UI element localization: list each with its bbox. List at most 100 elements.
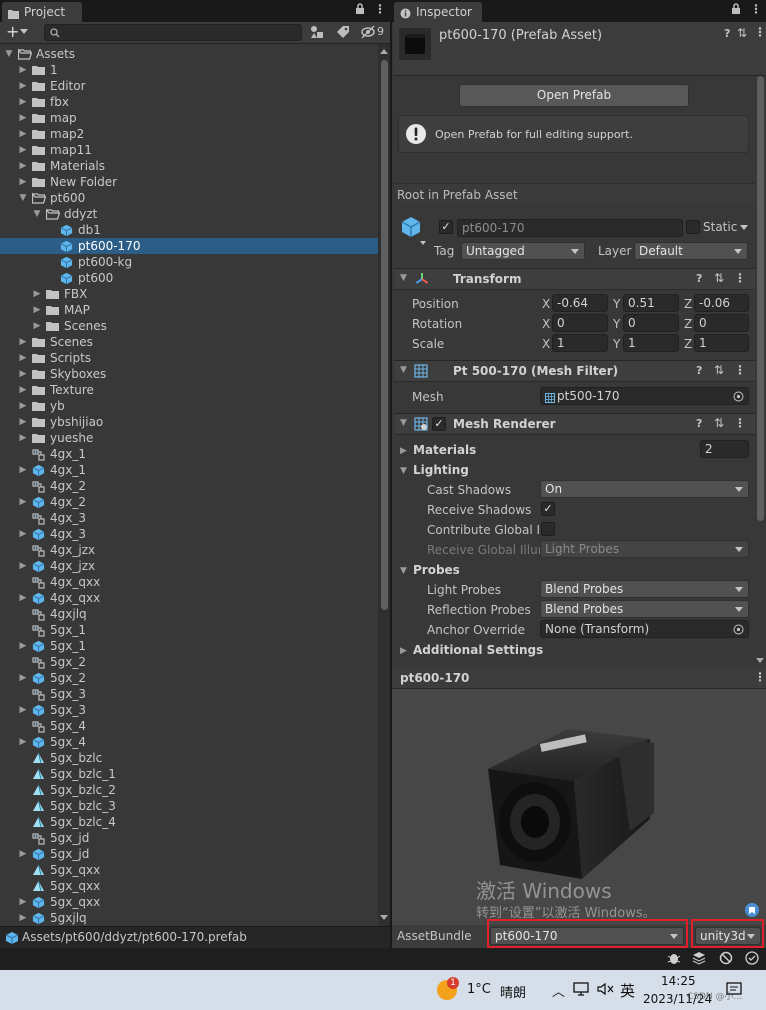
reflection-probes-dropdown[interactable]: Blend Probes — [540, 600, 749, 618]
scroll-down-icon[interactable] — [756, 658, 764, 663]
mesh-filter-header[interactable]: ▼ Pt 500-170 (Mesh Filter) ? ⇅ ⋮ — [394, 360, 766, 382]
ime-indicator[interactable]: 英 — [620, 980, 635, 1001]
tree-item[interactable]: ▶ fbx — [0, 94, 378, 110]
collapse-arrow-icon[interactable]: ▶ — [18, 430, 28, 446]
tree-item[interactable]: 4gx_qxx — [0, 574, 378, 590]
foldout-arrow[interactable]: ▼ — [400, 566, 407, 576]
disabled-icon[interactable] — [719, 951, 733, 968]
tree-item[interactable]: ▶ Scenes — [0, 318, 378, 334]
preset-icon[interactable]: ⇅ — [714, 363, 724, 377]
filter-by-label-icon[interactable] — [336, 25, 350, 42]
tree-item[interactable]: ▶ 5gx_qxx — [0, 894, 378, 910]
rotation-y-field[interactable]: 0 — [623, 314, 679, 332]
collapse-arrow-icon[interactable]: ▶ — [18, 94, 28, 110]
collapse-arrow-icon[interactable]: ▶ — [18, 734, 28, 750]
tree-item[interactable]: ▶ MAP — [0, 302, 378, 318]
tree-item[interactable]: ▶ Scripts — [0, 350, 378, 366]
check-circle-icon[interactable] — [745, 951, 759, 968]
open-prefab-button[interactable]: Open Prefab — [459, 84, 689, 107]
contribute-gi-checkbox[interactable] — [541, 522, 555, 536]
project-scroll-thumb[interactable] — [381, 60, 388, 610]
collapse-arrow-icon[interactable]: ▶ — [18, 846, 28, 862]
collapse-arrow-icon[interactable]: ▶ — [18, 334, 28, 350]
collapse-arrow-icon[interactable]: ▶ — [18, 558, 28, 574]
inspector-scrollbar[interactable] — [755, 76, 766, 668]
inspector-scroll-thumb[interactable] — [757, 76, 764, 521]
kebab-menu-icon[interactable]: ⋮ — [750, 2, 762, 16]
tree-item[interactable]: ▼ Assets — [0, 46, 378, 62]
component-menu-icon[interactable]: ⋮ — [754, 25, 766, 39]
rotation-x-field[interactable]: 0 — [552, 314, 608, 332]
static-dropdown[interactable]: Static — [703, 220, 749, 234]
model-preview[interactable]: 激活 Windows 转到“设置”以激活 Windows。 — [392, 689, 766, 925]
collapse-arrow-icon[interactable]: ▶ — [18, 126, 28, 142]
tree-item[interactable]: ▶ 5gx_1 — [0, 638, 378, 654]
clock-time[interactable]: 14:25 — [661, 974, 696, 988]
preset-icon[interactable]: ⇅ — [714, 271, 724, 285]
tab-inspector[interactable]: Inspector — [394, 2, 482, 22]
tree-item[interactable]: 4gx_1 — [0, 446, 378, 462]
tree-item[interactable]: 5gx_2 — [0, 654, 378, 670]
collapse-arrow-icon[interactable]: ▶ — [18, 174, 28, 190]
tree-item[interactable]: ▶ 4gx_1 — [0, 462, 378, 478]
mesh-object-field[interactable]: pt500-170 — [540, 387, 749, 405]
tree-item[interactable]: 5gx_bzlc — [0, 750, 378, 766]
collapse-arrow-icon[interactable]: ▶ — [18, 158, 28, 174]
tree-item[interactable]: 5gx_qxx — [0, 862, 378, 878]
notification-icon[interactable] — [725, 981, 743, 1002]
foldout-arrow[interactable]: ▼ — [400, 418, 407, 428]
help-icon[interactable]: ? — [696, 364, 702, 377]
volume-muted-icon[interactable] — [597, 982, 615, 999]
tree-item[interactable]: 5gx_qxx — [0, 878, 378, 894]
lighting-foldout[interactable]: Lighting — [413, 463, 469, 477]
tree-item[interactable]: 5gx_bzlc_4 — [0, 814, 378, 830]
tree-item[interactable]: 5gx_3 — [0, 686, 378, 702]
tree-item[interactable]: ▶ yueshe — [0, 430, 378, 446]
tree-item[interactable]: ▶ map — [0, 110, 378, 126]
collapse-arrow-icon[interactable]: ▶ — [18, 910, 28, 926]
bug-icon[interactable] — [667, 951, 681, 968]
scale-x-field[interactable]: 1 — [552, 334, 608, 352]
tree-item[interactable]: ▶ map2 — [0, 126, 378, 142]
expand-arrow-icon[interactable]: ▼ — [4, 46, 14, 62]
tree-item[interactable]: 4gx_3 — [0, 510, 378, 526]
tree-item[interactable]: 4gx_2 — [0, 478, 378, 494]
tree-item[interactable]: 5gx_1 — [0, 622, 378, 638]
tree-item[interactable]: ▶ 1 — [0, 62, 378, 78]
tree-item[interactable]: ▶ Texture — [0, 382, 378, 398]
preset-icon[interactable]: ⇅ — [714, 416, 724, 430]
tree-item[interactable]: 4gxjlq — [0, 606, 378, 622]
additional-settings-foldout[interactable]: Additional Settings — [413, 643, 543, 657]
network-icon[interactable] — [573, 982, 591, 999]
tree-item[interactable]: 5gx_4 — [0, 718, 378, 734]
help-icon[interactable]: ? — [724, 27, 730, 40]
tree-item[interactable]: ▶ yb — [0, 398, 378, 414]
tree-item[interactable]: ▶ 5gx_jd — [0, 846, 378, 862]
scroll-down-icon[interactable] — [380, 915, 388, 920]
collapse-arrow-icon[interactable]: ▶ — [18, 462, 28, 478]
add-asset-button[interactable]: + — [6, 22, 19, 42]
mesh-renderer-header[interactable]: ▼ ✓ Mesh Renderer ? ⇅ ⋮ — [394, 413, 766, 435]
preview-menu-icon[interactable]: ⋮ — [754, 670, 766, 684]
bookmark-icon[interactable] — [744, 903, 760, 920]
chevron-down-icon[interactable] — [20, 29, 28, 34]
tree-item[interactable]: ▶ 4gx_3 — [0, 526, 378, 542]
foldout-arrow[interactable]: ▼ — [400, 466, 407, 476]
scale-z-field[interactable]: 1 — [694, 334, 749, 352]
preset-icon[interactable]: ⇅ — [737, 26, 747, 40]
tray-chevron-up-icon[interactable]: ︿ — [552, 981, 565, 1000]
tree-item[interactable]: 5gx_bzlc_3 — [0, 798, 378, 814]
anchor-override-field[interactable]: None (Transform) — [540, 620, 749, 638]
tag-dropdown[interactable]: Untagged — [461, 242, 585, 260]
expand-arrow-icon[interactable]: ▼ — [32, 206, 42, 222]
tree-item[interactable]: ▶ 5gxjlq — [0, 910, 378, 926]
position-z-field[interactable]: -0.06 — [694, 294, 749, 312]
tree-item[interactable]: db1 — [0, 222, 378, 238]
hidden-packages-icon[interactable] — [361, 25, 377, 42]
collapse-arrow-icon[interactable]: ▶ — [18, 894, 28, 910]
tree-item[interactable]: 5gx_bzlc_2 — [0, 782, 378, 798]
collapse-arrow-icon[interactable]: ▶ — [18, 110, 28, 126]
static-checkbox[interactable] — [686, 220, 700, 234]
layers-icon[interactable] — [692, 951, 706, 968]
rotation-z-field[interactable]: 0 — [694, 314, 749, 332]
